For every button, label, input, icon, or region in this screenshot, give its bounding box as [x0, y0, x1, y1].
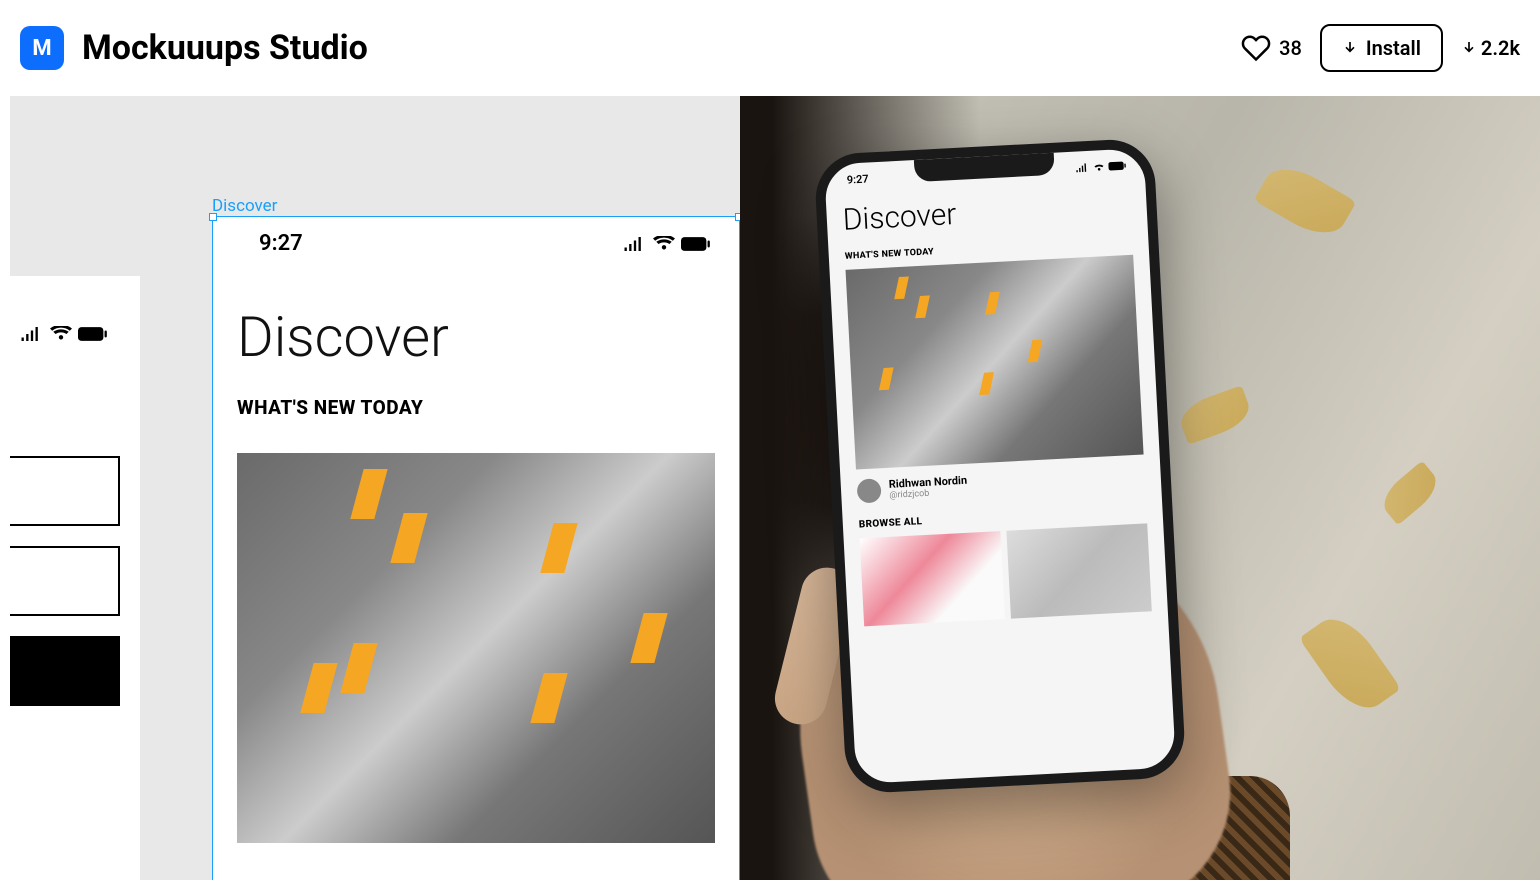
wireframe-block-filled [10, 636, 120, 706]
statusbar-time: 9:27 [846, 172, 869, 186]
mockup-photo: 9:27 Discover WHAT'S NEW TODAY [740, 96, 1540, 880]
wifi-icon [653, 236, 675, 252]
selected-frame[interactable]: 9:27 Discover WHAT'S NEW TODAY [212, 216, 740, 880]
like-button[interactable]: 38 [1241, 33, 1302, 63]
wifi-icon [50, 326, 72, 342]
plugin-header: M Mockuuups Studio 38 Install 2.2k [0, 0, 1540, 96]
wifi-icon [1092, 162, 1106, 173]
thumbnail [860, 531, 1005, 626]
thumbnail-row [844, 523, 1168, 628]
leaf-decoration [1254, 157, 1357, 245]
section-heading: WHAT'S NEW TODAY [213, 396, 739, 453]
frame-label[interactable]: Discover [212, 196, 277, 216]
author-info: Ridhwan Nordin @ridzjcob [889, 475, 968, 501]
statusbar-icons [1075, 159, 1127, 175]
wireframe-blocks [10, 456, 120, 706]
like-count: 38 [1279, 36, 1302, 60]
avatar [857, 478, 882, 503]
hero-image [846, 255, 1144, 470]
download-icon [1342, 40, 1358, 56]
downloads-count[interactable]: 2.2k [1461, 36, 1520, 60]
downloads-label: 2.2k [1481, 36, 1520, 60]
leaf-decoration [1176, 385, 1255, 445]
hero-image [237, 453, 715, 843]
install-button[interactable]: Install [1320, 24, 1443, 72]
wireframe-block [10, 456, 120, 526]
thumbnail [1006, 523, 1151, 618]
signal-icon [1075, 163, 1089, 173]
statusbar-icons [20, 326, 108, 342]
header-actions: 38 Install 2.2k [1241, 24, 1520, 72]
battery-icon [1108, 161, 1126, 171]
install-label: Install [1366, 36, 1421, 60]
selection-handle[interactable] [209, 213, 217, 221]
battery-icon [78, 327, 108, 341]
logo-letter: M [32, 36, 51, 61]
plugin-logo: M [20, 26, 64, 70]
plugin-title: Mockuuups Studio [82, 28, 1241, 68]
statusbar: 9:27 [213, 217, 739, 256]
wireframe-block [10, 546, 120, 616]
download-icon [1461, 40, 1477, 56]
heart-icon [1241, 33, 1271, 63]
leaf-decoration [1299, 607, 1401, 720]
leaf-decoration [1376, 461, 1444, 526]
phone-mockup: 9:27 Discover WHAT'S NEW TODAY [813, 138, 1186, 795]
preview-canvas: Discover 9:27 Discover WHAT'S NEW TODAY [10, 96, 1540, 880]
statusbar-time: 9:27 [259, 231, 303, 256]
statusbar-icons [623, 236, 711, 252]
page-title: Discover [213, 256, 739, 396]
signal-icon [623, 237, 647, 251]
signal-icon [20, 327, 44, 341]
battery-icon [681, 237, 711, 251]
